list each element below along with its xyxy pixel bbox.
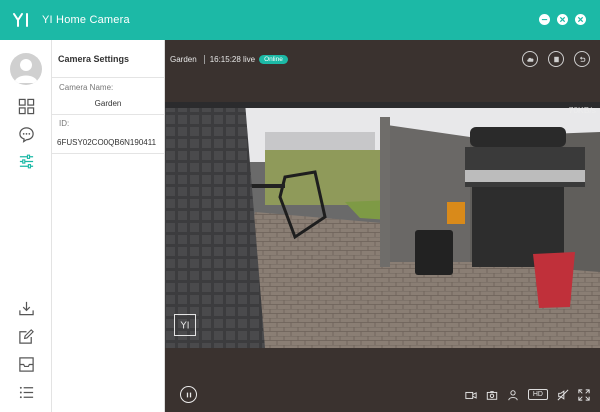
avatar-icon xyxy=(14,59,38,83)
video-pane: Garden 16:15:28 live Online 70KB/s YI HD xyxy=(165,40,600,412)
inbox-button[interactable] xyxy=(16,354,36,374)
svg-text:YI: YI xyxy=(179,321,189,332)
edit-button[interactable] xyxy=(16,326,36,346)
camera-name-label: Camera Name: xyxy=(59,83,114,92)
stream-time: 16:15:28 live xyxy=(209,54,256,64)
live-video[interactable]: 70KB/s YI xyxy=(165,102,600,348)
avatar[interactable] xyxy=(10,53,42,85)
download-icon xyxy=(18,301,34,315)
bitrate-label: 70KB/s xyxy=(568,105,596,115)
close-icon xyxy=(577,16,584,23)
minimize-button[interactable] xyxy=(539,14,550,25)
video-tools: HD xyxy=(465,388,590,401)
cloud-button[interactable] xyxy=(522,51,538,67)
list-button[interactable] xyxy=(16,382,36,402)
download-button[interactable] xyxy=(16,298,36,318)
talk-button[interactable] xyxy=(507,388,520,401)
grid-view-button[interactable] xyxy=(16,96,36,116)
yi-watermark: YI xyxy=(174,314,196,336)
id-value: 6FUSY02CO0QB6N190411 xyxy=(52,138,164,154)
record-button[interactable] xyxy=(465,388,478,401)
settings-title: Camera Settings xyxy=(52,40,164,78)
camera-settings-panel: Camera Settings Camera Name: Garden ID: … xyxy=(52,40,165,412)
stream-info-bar: Garden 16:15:28 live Online xyxy=(165,40,600,78)
fullscreen-icon xyxy=(577,388,590,401)
camera-icon xyxy=(487,390,498,400)
minimize-icon xyxy=(541,19,548,21)
chat-icon xyxy=(18,126,34,143)
stream-camera-name: Garden xyxy=(170,54,197,64)
camera-name-field[interactable]: Garden xyxy=(52,99,164,115)
status-badge: Online xyxy=(259,54,288,64)
maximize-icon xyxy=(559,16,566,23)
return-icon xyxy=(579,56,585,62)
grid-icon xyxy=(18,98,34,114)
person-icon xyxy=(508,389,519,400)
fullscreen-button[interactable] xyxy=(577,388,590,401)
pause-icon xyxy=(186,392,191,397)
settings-sliders-icon xyxy=(19,154,33,168)
edit-icon xyxy=(18,328,34,344)
id-label: ID: xyxy=(59,119,70,128)
app-title: YI Home Camera xyxy=(42,14,130,26)
speaker-muted-icon xyxy=(557,389,568,400)
video-camera-icon xyxy=(465,391,477,399)
maximize-button[interactable] xyxy=(557,14,568,25)
nav-sidebar xyxy=(0,40,52,412)
divider xyxy=(203,54,205,64)
back-button[interactable] xyxy=(574,51,590,67)
settings-button[interactable] xyxy=(16,151,36,171)
messages-button[interactable] xyxy=(16,124,36,144)
pause-button[interactable] xyxy=(180,386,197,403)
quality-toggle[interactable]: HD xyxy=(527,389,548,400)
sd-card-icon xyxy=(553,56,559,62)
app-window: YI Home Camera Camera Settings Camera Na… xyxy=(0,0,600,412)
camera-view-image xyxy=(165,102,600,348)
close-button[interactable] xyxy=(575,14,586,25)
snapshot-button[interactable] xyxy=(486,388,499,401)
playback-controls: HD xyxy=(165,376,600,412)
inbox-icon xyxy=(18,356,34,372)
sd-card-button[interactable] xyxy=(548,51,564,67)
list-icon xyxy=(19,386,33,398)
yi-logo-icon xyxy=(13,13,28,27)
mute-button[interactable] xyxy=(556,388,569,401)
stream-actions xyxy=(522,51,590,67)
window-controls xyxy=(539,14,586,25)
title-bar: YI Home Camera xyxy=(0,0,600,40)
cloud-upload-icon xyxy=(526,57,533,62)
